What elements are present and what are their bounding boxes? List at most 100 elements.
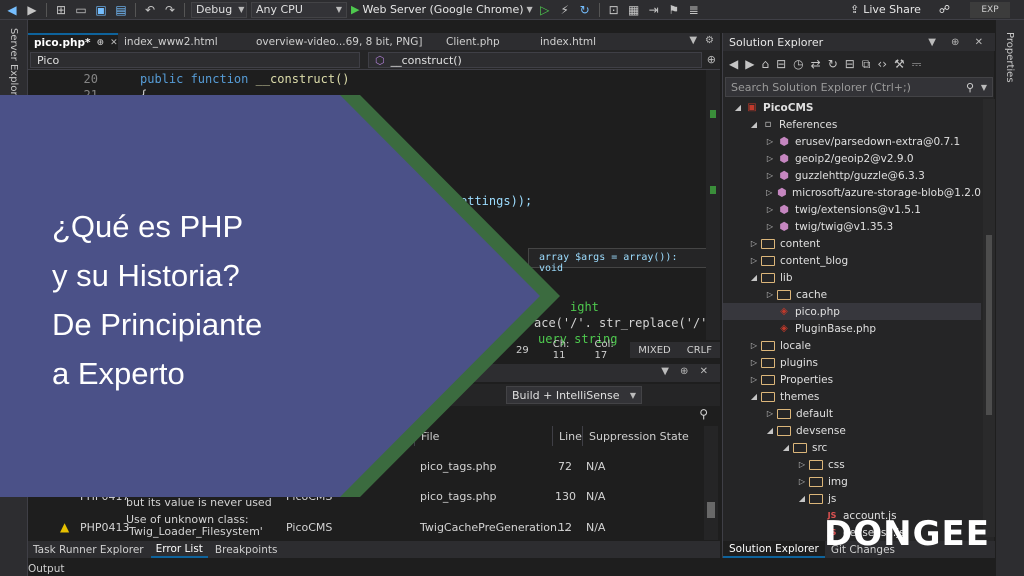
search-icon[interactable]: ⚲ <box>699 407 708 421</box>
tree-item[interactable]: ▷ plugins <box>723 354 981 371</box>
column-line[interactable]: Line <box>552 426 582 446</box>
back-icon[interactable]: ◀ <box>729 57 738 71</box>
scroll-thumb[interactable] <box>707 502 715 518</box>
tree-item[interactable]: ▷ content_blog <box>723 252 981 269</box>
code-view-icon[interactable]: ‹› <box>877 57 887 71</box>
tree-item[interactable]: ◢ js <box>723 490 981 507</box>
open-folder-icon[interactable]: ▭ <box>73 2 89 18</box>
expanded-arrow-icon[interactable]: ◢ <box>763 426 777 435</box>
collapsed-arrow-icon[interactable]: ▷ <box>747 358 761 367</box>
tree-item[interactable]: ▷ ⬢ geoip2/geoip2@v2.9.0 <box>723 150 981 167</box>
tab-client-php[interactable]: Client.php <box>440 33 534 50</box>
run-target-button[interactable]: ▶ Web Server (Google Chrome) ▼ <box>351 3 533 16</box>
tab-error-list[interactable]: Error List <box>150 541 208 558</box>
history-icon[interactable]: ◷ <box>793 57 803 71</box>
window-controls[interactable]: ▼ ⊕ ✕ <box>928 37 989 48</box>
new-project-icon[interactable]: ⊞ <box>53 2 69 18</box>
tree-item[interactable]: ▷ img <box>723 473 981 490</box>
back-icon[interactable]: ◀ <box>4 2 20 18</box>
collapsed-arrow-icon[interactable]: ▷ <box>747 375 761 384</box>
tab-index-html[interactable]: index.html <box>534 33 624 50</box>
error-list-search[interactable]: ⚲ <box>28 406 720 424</box>
tree-item[interactable]: ▷ css <box>723 456 981 473</box>
expanded-arrow-icon[interactable]: ◢ <box>747 273 761 282</box>
collapsed-arrow-icon[interactable]: ▷ <box>763 409 777 418</box>
save-icon[interactable]: ▣ <box>93 2 109 18</box>
undo-icon[interactable]: ↶ <box>142 2 158 18</box>
tab-task-runner[interactable]: Task Runner Explorer <box>28 541 149 558</box>
window-controls[interactable]: ▼ ⊕ ✕ <box>661 366 712 377</box>
step-icon[interactable]: ⇥ <box>646 2 662 18</box>
chevron-down-icon[interactable]: ▼ <box>981 83 987 92</box>
tab-overview-video[interactable]: overview-video...69, 8 bit, PNG] <box>250 33 440 50</box>
expanded-arrow-icon[interactable]: ◢ <box>731 103 745 112</box>
collapsed-arrow-icon[interactable]: ▷ <box>763 188 776 197</box>
collapsed-arrow-icon[interactable]: ▷ <box>747 256 761 265</box>
tree-item[interactable]: ▷ locale <box>723 337 981 354</box>
error-list-scrollbar[interactable] <box>704 426 718 540</box>
build-filter-dropdown[interactable]: Build + IntelliSense ▼ <box>506 386 642 404</box>
expanded-arrow-icon[interactable]: ◢ <box>747 392 761 401</box>
collapsed-arrow-icon[interactable]: ▷ <box>763 222 777 231</box>
collapsed-arrow-icon[interactable]: ▷ <box>747 341 761 350</box>
expanded-arrow-icon[interactable]: ◢ <box>795 494 809 503</box>
browser-link-icon[interactable]: ⊡ <box>606 2 622 18</box>
server-explorer-tab[interactable]: Server Explorer <box>8 28 19 106</box>
expanded-arrow-icon[interactable]: ◢ <box>779 443 793 452</box>
close-icon[interactable]: ✕ <box>110 38 118 48</box>
tree-item[interactable]: ▷ ⬢ twig/twig@v1.35.3 <box>723 218 981 235</box>
scroll-thumb[interactable] <box>986 235 992 415</box>
layout-icon[interactable]: ▦ <box>626 2 642 18</box>
configuration-dropdown[interactable]: Debug ▼ <box>191 1 247 18</box>
tree-item[interactable]: ▷ ⬢ twig/extensions@v1.5.1 <box>723 201 981 218</box>
tree-item[interactable]: ◢ themes <box>723 388 981 405</box>
tree-item[interactable]: ◢ ▣ PicoCMS <box>723 99 981 116</box>
feedback-icon[interactable]: ☍ <box>939 3 950 16</box>
sync-icon[interactable]: ⇄ <box>811 57 821 71</box>
live-share-button[interactable]: ⇪ Live Share ☍ <box>850 3 950 16</box>
start-without-debugging-icon[interactable]: ▷ <box>537 2 553 18</box>
tree-item[interactable]: ◢ ▫ References <box>723 116 981 133</box>
eol-mixed[interactable]: MIXED <box>630 342 679 358</box>
pin-icon[interactable]: ⊕ <box>97 38 105 48</box>
show-all-files-icon[interactable]: ⧉ <box>862 57 871 72</box>
collapsed-arrow-icon[interactable]: ▷ <box>763 171 777 180</box>
tree-item[interactable]: ◢ devsense <box>723 422 981 439</box>
tree-item[interactable]: ◢ lib <box>723 269 981 286</box>
preview-icon[interactable]: ⎓ <box>912 57 922 72</box>
tree-item[interactable]: ▷ default <box>723 405 981 422</box>
tree-item[interactable]: ▷ ⬢ microsoft/azure-storage-blob@1.2.0 <box>723 184 981 201</box>
expanded-arrow-icon[interactable]: ◢ <box>747 120 761 129</box>
collapse-all-icon[interactable]: ⊟ <box>845 57 855 71</box>
split-icon[interactable]: ⊕ <box>707 53 716 66</box>
tab-solution-explorer[interactable]: Solution Explorer <box>723 541 825 558</box>
tree-item[interactable]: ▷ Properties <box>723 371 981 388</box>
output-label[interactable]: Output <box>28 563 64 575</box>
settings-icon[interactable]: ⚙ <box>705 35 714 46</box>
refresh-icon[interactable]: ↻ <box>828 57 838 71</box>
collapsed-arrow-icon[interactable]: ▷ <box>795 460 809 469</box>
bookmark-icon[interactable]: ⚑ <box>666 2 682 18</box>
tree-item[interactable]: ▷ content <box>723 235 981 252</box>
tab-pico-php[interactable]: pico.php* ⊕ ✕ <box>28 33 118 50</box>
forward-icon[interactable]: ▶ <box>745 57 754 71</box>
platform-dropdown[interactable]: Any CPU ▼ <box>251 1 347 18</box>
tree-item[interactable]: ▷ ⬢ guzzlehttp/guzzle@6.3.3 <box>723 167 981 184</box>
collapsed-arrow-icon[interactable]: ▷ <box>763 137 777 146</box>
column-file[interactable]: File <box>414 426 550 446</box>
tab-list-icon[interactable]: ▼ <box>689 35 697 46</box>
tab-index-www2[interactable]: index_www2.html <box>118 33 250 50</box>
collapsed-arrow-icon[interactable]: ▷ <box>763 205 777 214</box>
save-all-icon[interactable]: ▤ <box>113 2 129 18</box>
type-selector[interactable]: Pico <box>30 52 360 68</box>
collapsed-arrow-icon[interactable]: ▷ <box>763 290 777 299</box>
tree-item[interactable]: ◈ pico.php <box>723 303 981 320</box>
search-icon[interactable]: ⚲ <box>966 81 974 94</box>
tree-item[interactable]: ◢ src <box>723 439 981 456</box>
properties-icon[interactable]: ⚒ <box>894 57 905 71</box>
tree-item[interactable]: ▷ cache <box>723 286 981 303</box>
hot-reload-icon[interactable]: ⚡ <box>557 2 573 18</box>
tree-item[interactable]: ▷ ⬢ erusev/parsedown-extra@0.7.1 <box>723 133 981 150</box>
collapsed-arrow-icon[interactable]: ▷ <box>795 477 809 486</box>
forward-icon[interactable]: ▶ <box>24 2 40 18</box>
